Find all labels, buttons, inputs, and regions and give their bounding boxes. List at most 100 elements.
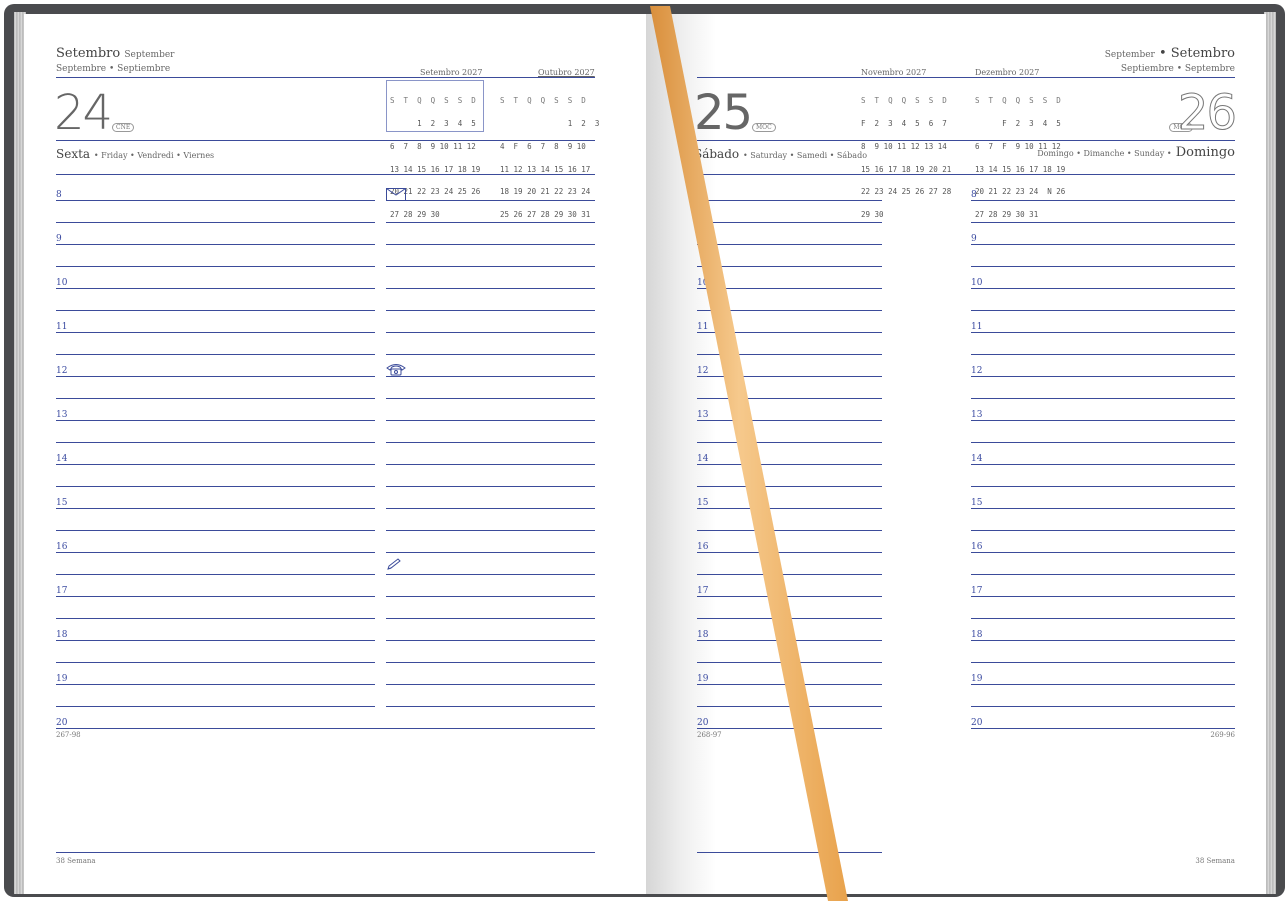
hour-line — [697, 728, 882, 729]
hour-label: 12 — [56, 366, 68, 376]
saturday-line: Sábado • Saturday • Samedi • Sábado — [694, 147, 867, 161]
half-hour-line — [56, 618, 375, 619]
cal-row: 11 12 13 14 15 16 17 — [500, 164, 591, 174]
mini-calendar-november: S T Q Q S S D F 2 3 4 5 6 7 8 9 10 11 12… — [861, 82, 951, 234]
hour-line — [971, 640, 1235, 641]
hour-label: 8 — [56, 190, 62, 200]
hour-line — [971, 552, 1235, 553]
note-line — [386, 354, 595, 355]
hour-line — [971, 376, 1235, 377]
half-hour-line — [697, 266, 882, 267]
hour-label: 10 — [697, 278, 709, 288]
hour-line — [971, 728, 1235, 729]
note-line — [386, 596, 595, 597]
hour-label: 9 — [56, 234, 62, 244]
weekday-line: Sexta • Friday • Vendredi • Viernes — [56, 147, 214, 161]
half-hour-line — [56, 310, 375, 311]
half-hour-line — [697, 706, 882, 707]
hour-line — [697, 464, 882, 465]
half-hour-line — [56, 530, 375, 531]
cal-oct-title: Outubro 2027 — [538, 68, 595, 77]
half-hour-line — [971, 486, 1235, 487]
hour-label: 12 — [697, 366, 709, 376]
cal-header: S T Q Q S S D — [861, 96, 947, 106]
hour-label: 17 — [56, 586, 68, 596]
hour-line — [971, 420, 1235, 421]
note-line — [386, 508, 595, 509]
hour-line — [971, 288, 1235, 289]
week-number: 38 Semana — [1195, 857, 1235, 865]
weekday-rule — [56, 174, 595, 175]
sunday-others: Domingo • Dimanche • Sunday • — [1037, 149, 1172, 158]
cal-row: 20 21 22 23 24 N 26 — [975, 187, 1066, 197]
half-hour-line — [697, 530, 882, 531]
hour-label: 15 — [971, 498, 983, 508]
cal-header: S T Q Q S S D — [390, 96, 476, 106]
half-hour-line — [971, 354, 1235, 355]
half-hour-line — [56, 486, 375, 487]
cal-row: F 2 3 4 5 — [975, 118, 1061, 128]
half-hour-line — [971, 398, 1235, 399]
hour-label: 8 — [697, 190, 703, 200]
sunday-line: Domingo • Dimanche • Sunday • Domingo — [1037, 145, 1235, 160]
cal-row: 15 16 17 18 19 20 21 — [861, 164, 952, 174]
cal-row: 1 2 3 — [500, 118, 600, 128]
half-hour-line — [971, 266, 1235, 267]
note-line — [386, 530, 595, 531]
hour-line — [971, 508, 1235, 509]
hour-label: 19 — [697, 674, 709, 684]
half-hour-line — [56, 442, 375, 443]
hour-label: 9 — [971, 234, 977, 244]
note-line — [386, 640, 595, 641]
hour-label: 8 — [971, 190, 977, 200]
half-hour-line — [697, 618, 882, 619]
hour-line — [697, 640, 882, 641]
hour-line — [56, 376, 375, 377]
sunday-number: 26 — [1177, 85, 1237, 141]
day-rule — [56, 140, 595, 141]
hour-line — [697, 596, 882, 597]
hour-line — [697, 244, 882, 245]
hour-label: 14 — [56, 454, 68, 464]
header-rule — [697, 77, 1235, 78]
note-line — [386, 288, 595, 289]
half-hour-line — [56, 354, 375, 355]
cal-row: 1 2 3 4 5 — [390, 118, 476, 128]
half-hour-line — [56, 222, 375, 223]
cal-row: 22 23 24 25 26 27 28 — [861, 187, 952, 197]
hour-label: 17 — [697, 586, 709, 596]
half-hour-line — [971, 706, 1235, 707]
month-header-right: September • Setembro — [1104, 46, 1235, 61]
half-hour-line — [697, 442, 882, 443]
hour-label: 20 — [56, 718, 68, 728]
cal-nov-title: Novembro 2027 — [861, 68, 927, 77]
hour-label: 16 — [56, 542, 68, 552]
day-rule — [697, 140, 1235, 141]
hour-line — [56, 420, 375, 421]
hour-line — [971, 596, 1235, 597]
note-line — [386, 244, 595, 245]
hour-label: 13 — [971, 410, 983, 420]
hour-label: 15 — [697, 498, 709, 508]
mini-calendar-september: S T Q Q S S D 1 2 3 4 5 6 7 8 9 10 11 12… — [390, 82, 480, 234]
cal-row: 13 14 15 16 17 18 19 — [390, 164, 481, 174]
hour-line — [971, 332, 1235, 333]
hour-line — [56, 596, 375, 597]
hour-line — [56, 200, 375, 201]
half-hour-line — [971, 222, 1235, 223]
note-line — [386, 398, 595, 399]
note-line — [386, 266, 595, 267]
cal-header: S T Q Q S S D — [500, 96, 586, 106]
note-line — [386, 552, 595, 553]
half-hour-line — [971, 618, 1235, 619]
hour-label: 18 — [56, 630, 68, 640]
hour-label: 18 — [971, 630, 983, 640]
footer-rule — [697, 852, 882, 853]
cal-dec-title: Dezembro 2027 — [975, 68, 1040, 77]
cal-row: 13 14 15 16 17 18 19 — [975, 164, 1066, 174]
note-line — [386, 376, 595, 377]
hour-label: 19 — [971, 674, 983, 684]
note-line — [386, 442, 595, 443]
half-hour-line — [697, 222, 882, 223]
month-es-fr: Septiembre • Septembre — [1120, 64, 1235, 74]
